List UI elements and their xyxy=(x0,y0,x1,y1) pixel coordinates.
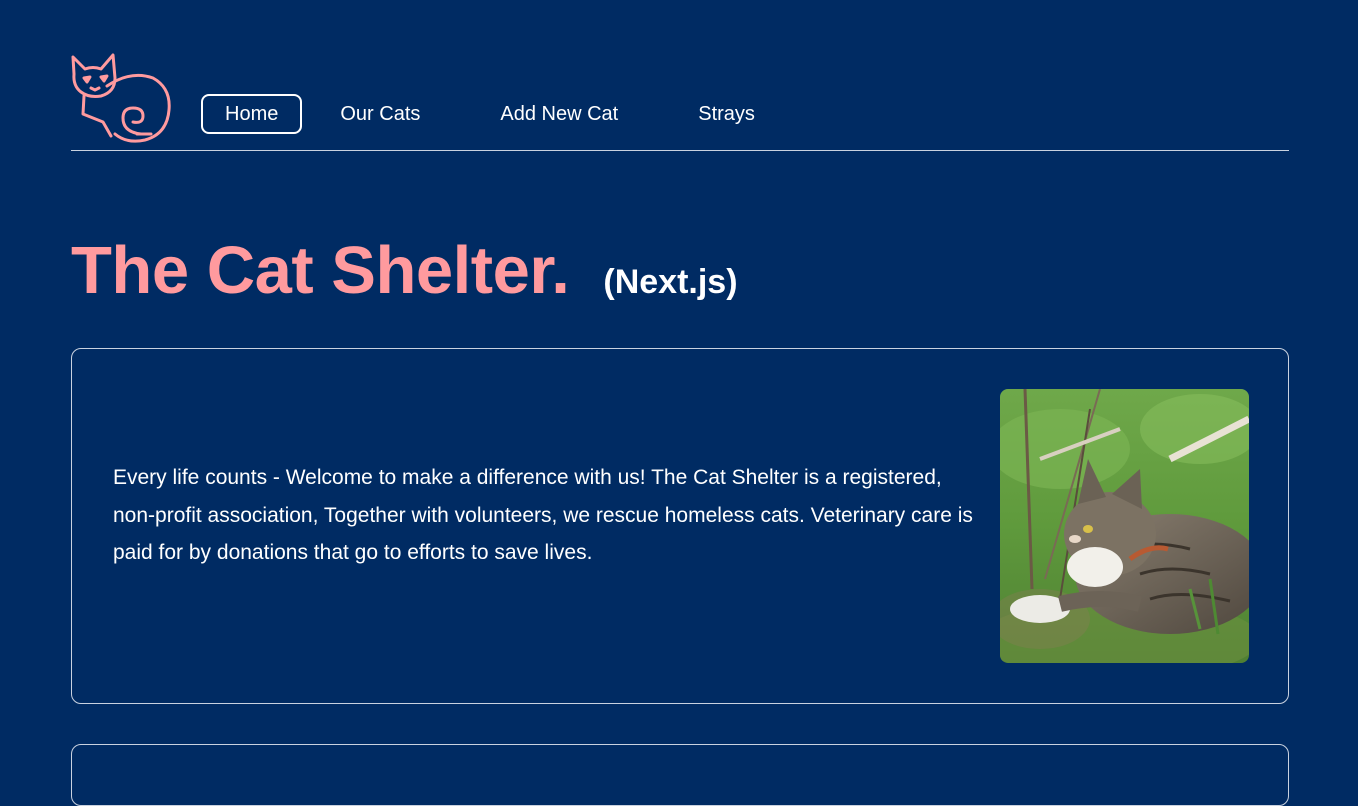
page-title: The Cat Shelter. xyxy=(71,233,570,308)
nav-item-our-cats[interactable]: Our Cats xyxy=(316,94,444,134)
hero: The Cat Shelter. (Next.js) xyxy=(71,232,738,309)
intro-card: Every life counts - Welcome to make a di… xyxy=(71,348,1289,704)
secondary-card xyxy=(71,744,1289,806)
page-subtitle: (Next.js) xyxy=(603,263,738,301)
cat-photo xyxy=(1000,389,1249,663)
cat-logo-icon[interactable] xyxy=(71,52,173,144)
site-header: Home Our Cats Add New Cat Strays xyxy=(71,50,1289,151)
intro-text: Every life counts - Welcome to make a di… xyxy=(113,466,973,564)
nav-item-home[interactable]: Home xyxy=(201,94,303,134)
nav-item-strays[interactable]: Strays xyxy=(674,94,779,134)
nav-item-add-new-cat[interactable]: Add New Cat xyxy=(476,94,642,134)
main-nav: Home Our Cats Add New Cat Strays xyxy=(201,94,793,134)
